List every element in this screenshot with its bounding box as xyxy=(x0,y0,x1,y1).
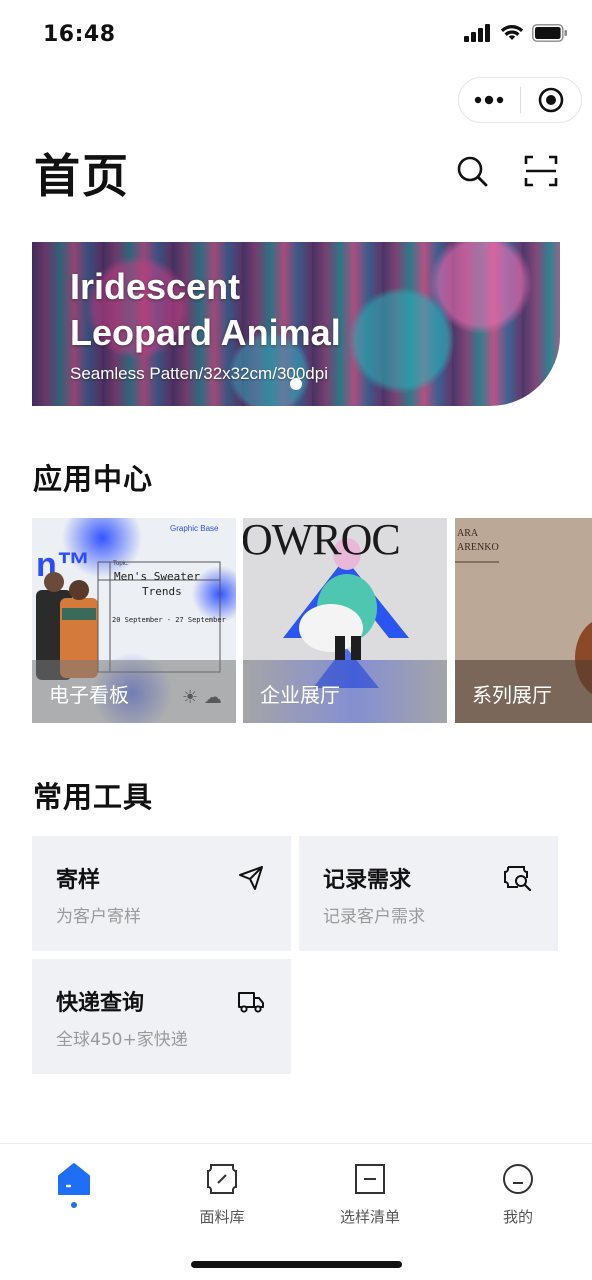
fabric-library-icon xyxy=(207,1164,237,1194)
tool-name: 快递查询 xyxy=(56,991,145,1016)
tab-sample-list[interactable]: 选样清单 xyxy=(310,1162,430,1227)
home-indicator xyxy=(191,1261,402,1268)
record-search-icon xyxy=(504,866,532,892)
close-mini-program-button[interactable] xyxy=(521,78,582,122)
bottom-tab-bar: 面料库 选样清单 我的 xyxy=(0,1143,592,1280)
status-time: 16:48 xyxy=(43,22,116,47)
banner-title-line2: Leopard Animal xyxy=(70,312,341,353)
art-line2: Trends xyxy=(142,585,182,598)
art-line1: ARA xyxy=(457,528,479,539)
banner-title-line1: Iridescent xyxy=(70,266,241,307)
app-card-label: 电子看板 xyxy=(32,660,236,723)
tab-profile[interactable]: 我的 xyxy=(458,1162,578,1227)
app-card-label: 系列展厅 xyxy=(455,660,592,723)
page-title: 首页 xyxy=(34,149,130,203)
art-topic: Topic: xyxy=(113,561,129,567)
app-card-digital-board[interactable]: n™ 20 September - 27 September ☀ ☁ Graph… xyxy=(32,518,236,723)
banner-subtitle: Seamless Patten/32x32cm/300dpi xyxy=(70,364,328,383)
more-button[interactable] xyxy=(459,78,520,122)
banner-page-indicator xyxy=(290,378,302,390)
send-icon xyxy=(239,866,263,890)
art-line1: Men's Sweater xyxy=(114,570,201,583)
target-close-icon xyxy=(538,87,564,113)
tool-name: 记录需求 xyxy=(323,868,412,893)
tool-desc: 记录客户需求 xyxy=(323,907,425,927)
truck-icon xyxy=(238,992,264,1013)
tab-fabric-library[interactable]: 面料库 xyxy=(162,1162,282,1227)
app-center-carousel: n™ 20 September - 27 September ☀ ☁ Graph… xyxy=(32,518,592,723)
status-bar: 16:48 xyxy=(0,0,592,70)
mini-program-capsule xyxy=(458,77,582,123)
art-date: 20 September - 27 September xyxy=(112,616,226,624)
battery-icon xyxy=(532,24,567,42)
more-dots-icon xyxy=(475,95,504,105)
profile-icon xyxy=(503,1164,533,1194)
svg-text:n™: n™ xyxy=(36,546,91,584)
promo-banner[interactable]: Iridescent Leopard Animal Seamless Patte… xyxy=(32,242,560,406)
app-card-label: 企业展厅 xyxy=(243,660,447,723)
art-line2: ARENKO xyxy=(457,542,499,553)
wifi-icon xyxy=(500,25,524,40)
status-icons xyxy=(464,24,568,42)
tools-title: 常用工具 xyxy=(33,780,154,814)
app-card-series-showroom[interactable]: ARA ARENKO 系列展厅 xyxy=(455,518,592,723)
tab-home[interactable] xyxy=(14,1162,134,1208)
banner-title: Iridescent Leopard Animal xyxy=(70,264,341,356)
tab-label: 面料库 xyxy=(199,1208,245,1226)
tool-name: 寄样 xyxy=(56,868,101,893)
home-icon xyxy=(58,1163,90,1195)
app-card-enterprise-showroom[interactable]: OWROC 企业展厅 xyxy=(243,518,447,723)
scan-icon[interactable] xyxy=(524,154,558,188)
sample-list-icon xyxy=(355,1164,385,1194)
tool-desc: 为客户寄样 xyxy=(56,907,141,927)
tool-desc: 全球450+家快递 xyxy=(56,1030,188,1050)
art-word: OWROC xyxy=(243,518,401,564)
app-center-title: 应用中心 xyxy=(33,462,154,496)
search-icon[interactable] xyxy=(455,154,489,188)
art-header: Graphic Base xyxy=(170,524,219,533)
active-tab-indicator xyxy=(71,1202,77,1208)
tab-label: 选样清单 xyxy=(339,1208,400,1226)
cellular-signal-icon xyxy=(464,24,490,42)
tool-record-demand[interactable]: 记录需求 记录客户需求 xyxy=(299,836,558,951)
tool-express-query[interactable]: 快递查询 全球450+家快递 xyxy=(32,959,291,1074)
tab-label: 我的 xyxy=(502,1208,533,1226)
tool-send-sample[interactable]: 寄样 为客户寄样 xyxy=(32,836,291,951)
